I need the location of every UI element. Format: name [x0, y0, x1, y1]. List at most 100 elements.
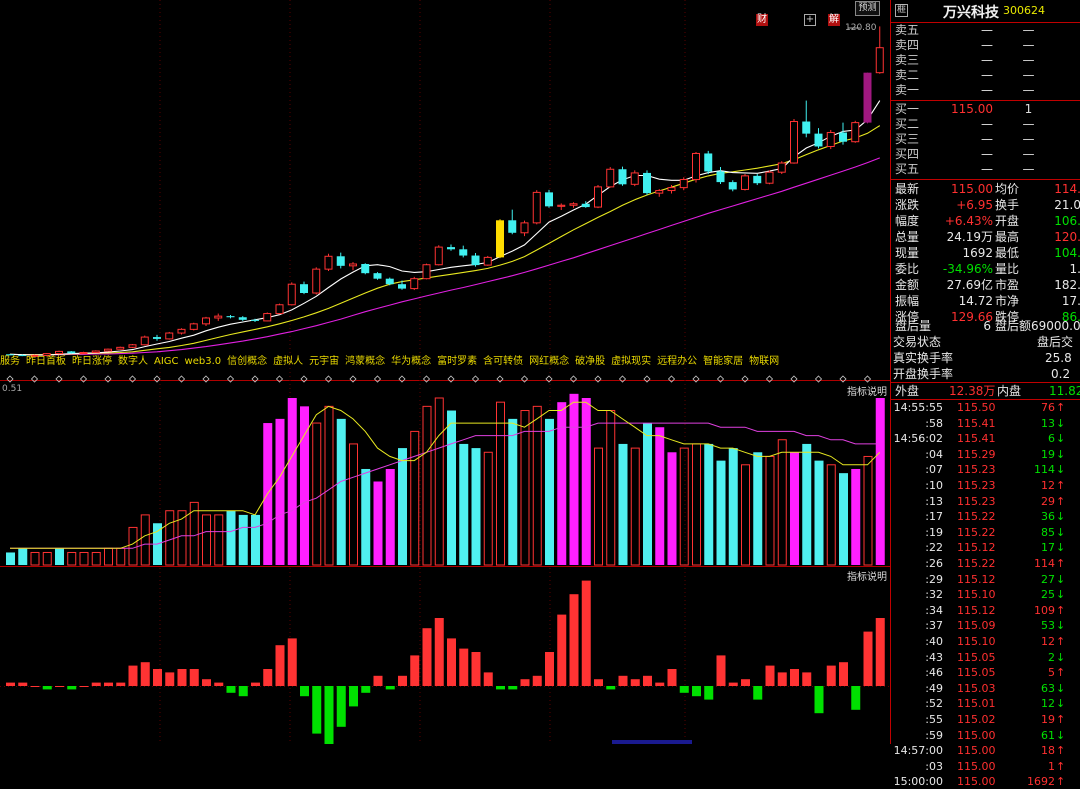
trade-state-label: 交易状态 [893, 335, 942, 349]
candle-body [667, 187, 676, 192]
volume-bar [569, 393, 579, 565]
tick-row: :37 115.09 53 ↓ [891, 618, 1080, 633]
macd-bar [398, 675, 407, 686]
tick-row: 14:57:00 115.00 18 ↑ [891, 743, 1080, 758]
macd-bar [802, 672, 812, 686]
concept-tag[interactable]: 虚拟人 [273, 356, 303, 367]
concept-tag[interactable]: 富时罗素 [437, 356, 477, 367]
panel-icon[interactable]: 榧 [895, 4, 908, 17]
tick-time: :17 [925, 510, 943, 524]
tick-volume: 12 [1041, 479, 1055, 492]
event-marker [104, 375, 112, 383]
tick-time: :34 [925, 603, 943, 617]
order-level-price: — [981, 162, 993, 176]
concept-tag[interactable]: 昨日涨停 [72, 356, 112, 367]
volume-bar [336, 418, 346, 565]
concept-tag[interactable]: 华为概念 [391, 356, 431, 367]
tick-volume: 5 [1048, 666, 1055, 680]
arrow-up-icon: ↑ [1056, 775, 1066, 789]
tick-time: :58 [925, 416, 943, 430]
macd-bar [777, 672, 787, 686]
macd-bar [55, 686, 64, 687]
kline-chart-area[interactable]: 预测 财 + 解 120.80 服务 昨日首板 昨日涨停 数字人 AIGC web3.0 信… [0, 0, 890, 744]
tick-price: 115.23 [957, 463, 996, 477]
concept-tag[interactable]: 远程办公 [657, 356, 697, 367]
event-marker [863, 375, 872, 383]
concept-tag[interactable]: 昨日首板 [26, 356, 66, 367]
concept-tag[interactable]: 破净股 [575, 356, 605, 367]
after-hours-vol: 6 [983, 319, 991, 333]
tick-time: 14:57:00 [893, 744, 943, 758]
order-level-volume: — [1022, 117, 1035, 131]
concept-tag[interactable]: AIGC [154, 356, 179, 367]
order-level-price: — [981, 147, 993, 161]
volume-bar [790, 452, 799, 565]
stat-value: 21.0 [1054, 198, 1080, 212]
tick-price: 115.12 [957, 572, 996, 586]
candle-body [214, 315, 223, 319]
unlock-badge[interactable]: 解 [828, 14, 840, 26]
macd-bar [251, 682, 260, 686]
macd-bar [349, 686, 358, 707]
open-turnover: 0.2 [1051, 367, 1071, 381]
concept-tag[interactable]: 信创概念 [227, 356, 267, 367]
kline-chart-svg[interactable] [0, 0, 890, 744]
tick-row: :19 115.22 85 ↓ [891, 525, 1080, 540]
inner-label: 内盘 [997, 384, 1022, 398]
ma20-line [9, 157, 880, 356]
concept-tag[interactable]: 服务 [0, 356, 20, 367]
volume-bar [422, 405, 432, 566]
macd-bar [520, 679, 530, 686]
tick-price: 115.41 [957, 416, 996, 430]
after-hours-amt: 69000.0 [1031, 319, 1080, 333]
scroll-thumb [612, 740, 692, 744]
order-level-price: — [981, 53, 993, 67]
arrow-down-icon: ↓ [1056, 650, 1066, 664]
event-marker [422, 375, 431, 383]
candle-body [189, 323, 198, 330]
predict-button[interactable]: 预测 [855, 1, 880, 16]
volume-bar [643, 423, 652, 565]
add-badge[interactable]: + [804, 14, 816, 26]
macd-bar [202, 679, 211, 686]
tick-row: :34 115.12 109 ↑ [891, 603, 1080, 618]
event-marker [128, 375, 137, 383]
concept-tag[interactable]: web3.0 [185, 356, 222, 367]
arrow-up-icon: ↑ [1056, 635, 1066, 648]
arrow-up-icon: ↑ [1056, 479, 1066, 492]
macd-bar [692, 686, 701, 697]
macd-bar [177, 669, 187, 686]
volume-bar [679, 447, 689, 566]
macd-indicator-help[interactable]: 指标说明 [847, 568, 887, 583]
concept-tag[interactable]: 元宇宙 [309, 356, 339, 367]
open-turnover-label: 开盘换手率 [893, 367, 954, 381]
macd-bar [863, 631, 873, 686]
event-marker [55, 375, 63, 383]
concept-tag[interactable]: 数字人 [118, 356, 148, 367]
volume-indicator-help[interactable]: 指标说明 [847, 383, 887, 398]
tick-price: 115.23 [957, 494, 996, 508]
concept-tag[interactable]: 智能家居 [703, 356, 743, 367]
concept-tag[interactable]: 网红概念 [529, 356, 569, 367]
macd-bar [153, 669, 162, 686]
finance-badge[interactable]: 财 [756, 14, 768, 26]
tick-row: :52 115.01 12 ↓ [891, 696, 1080, 711]
volume-bar [251, 514, 260, 565]
event-marker [300, 375, 308, 383]
order-level-price: — [981, 68, 993, 82]
tick-row: :07 115.23 114 ↓ [891, 462, 1080, 477]
tick-price: 115.12 [957, 541, 996, 555]
volume-bar [275, 418, 285, 565]
concept-tag[interactable]: 含可转债 [483, 356, 523, 367]
concept-tag[interactable]: 虚拟现实 [611, 356, 651, 367]
event-marker [765, 375, 774, 383]
tick-price: 115.10 [957, 635, 996, 648]
volume-bar [165, 510, 175, 566]
stat-value: +6.43% [944, 214, 993, 228]
concept-tag[interactable]: 物联网 [749, 356, 779, 367]
concept-tag[interactable]: 鸿蒙概念 [345, 356, 385, 367]
candle-body [385, 278, 394, 285]
order-level-volume: — [1022, 53, 1035, 67]
macd-bar [324, 686, 334, 744]
separator [891, 179, 1080, 180]
